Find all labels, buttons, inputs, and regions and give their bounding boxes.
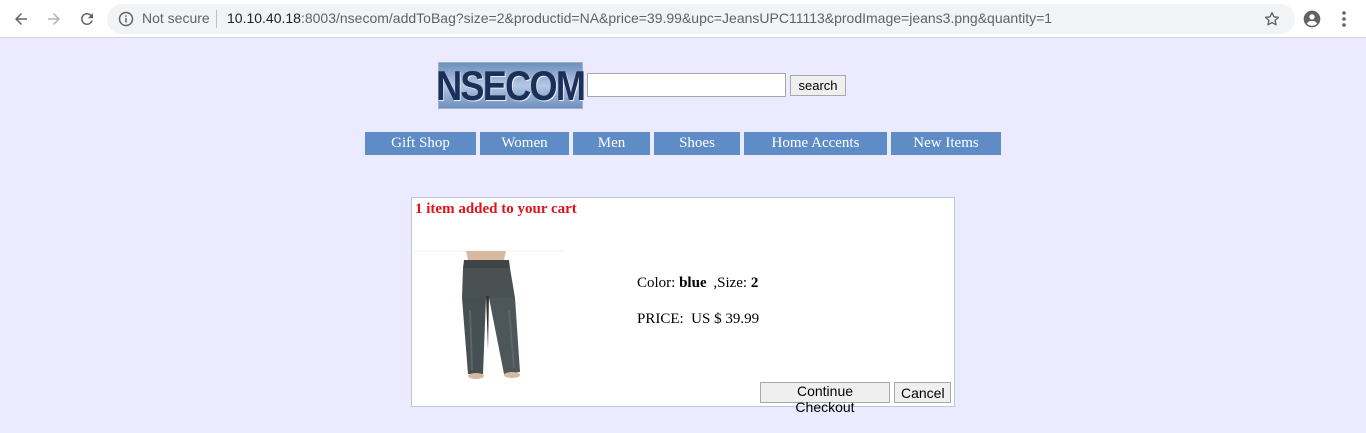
size-label: ,Size:	[713, 275, 748, 291]
nav-item-home-accents[interactable]: Home Accents	[744, 132, 887, 155]
product-specs: Color: blue ,Size: 2	[637, 275, 758, 292]
url-path: :8003/nsecom/addToBag?size=2&productid=N…	[300, 10, 1053, 26]
security-status: Not secure	[142, 10, 210, 26]
back-arrow-icon[interactable]	[11, 9, 31, 29]
nav-item-shoes[interactable]: Shoes	[654, 132, 740, 155]
search-button[interactable]: search	[790, 75, 846, 96]
cancel-button[interactable]: Cancel	[894, 382, 951, 403]
product-price: PRICE: US $ 39.99	[637, 311, 760, 327]
nav-item-gift-shop[interactable]: Gift Shop	[365, 132, 476, 155]
color-value: blue	[679, 275, 707, 291]
color-label: Color:	[637, 275, 676, 291]
cart-added-message: 1 item added to your cart	[415, 201, 577, 217]
browser-toolbar: Not secure 10.10.40.18:8003/nsecom/addTo…	[0, 0, 1366, 38]
reload-icon[interactable]	[77, 9, 97, 29]
size-value: 2	[750, 275, 759, 291]
url-text[interactable]: 10.10.40.18:8003/nsecom/addToBag?size=2&…	[227, 10, 1052, 26]
site-logo[interactable]: NSECOM	[436, 62, 586, 109]
forward-arrow-icon[interactable]	[44, 9, 64, 29]
url-host: 10.10.40.18	[227, 10, 301, 26]
nav-item-men[interactable]: Men	[573, 132, 650, 155]
info-icon[interactable]	[118, 11, 134, 27]
search-input[interactable]	[587, 73, 786, 97]
nav-item-women[interactable]: Women	[480, 132, 569, 155]
product-image-jeans	[414, 250, 564, 379]
kebab-menu-icon[interactable]	[1336, 9, 1352, 29]
account-icon[interactable]	[1302, 9, 1322, 29]
continue-checkout-button[interactable]: Continue Checkout	[760, 382, 890, 415]
divider	[216, 10, 217, 28]
bookmark-star-icon[interactable]	[1263, 10, 1281, 28]
nav-item-new-items[interactable]: New Items	[891, 132, 1001, 155]
